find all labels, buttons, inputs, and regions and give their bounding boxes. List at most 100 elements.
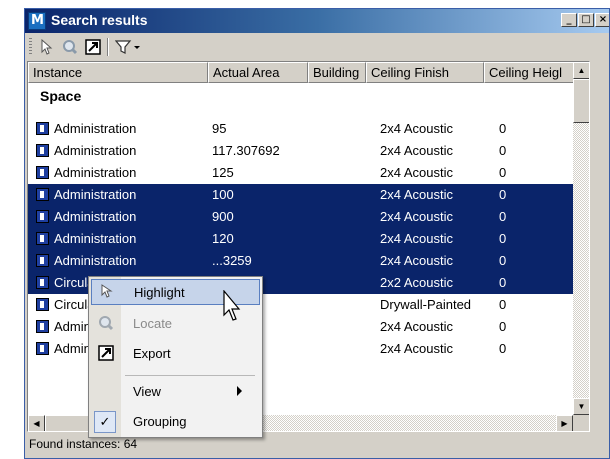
toolbar-grip[interactable]	[29, 38, 32, 56]
menu-item-label: Highlight	[134, 285, 185, 300]
cell-finish: Drywall-Painted	[380, 297, 472, 312]
cell-finish: 2x4 Acoustic	[380, 319, 453, 334]
status-text: Found instances: 64	[29, 437, 138, 451]
menu-item-label: View	[133, 384, 161, 399]
zoom-icon	[63, 40, 78, 55]
submenu-arrow-icon	[237, 386, 242, 396]
cell-area: ...3259	[212, 253, 252, 268]
group-row-space[interactable]: Space	[28, 84, 589, 108]
zoom-icon	[97, 315, 115, 333]
cell-height: 0	[499, 165, 507, 180]
cell-height: 0	[499, 341, 507, 356]
vertical-scrollbar[interactable]: ▲ ▼	[573, 62, 589, 415]
cell-instance: Administration	[54, 231, 137, 246]
space-object-icon	[36, 276, 49, 289]
close-button[interactable]: ×	[595, 13, 609, 27]
cell-height: 0	[499, 209, 507, 224]
table-row[interactable]: Administration 95 2x4 Acoustic 0	[28, 118, 589, 140]
scroll-up-button[interactable]: ▲	[573, 62, 589, 79]
column-header-actual-area[interactable]: Actual Area	[208, 62, 308, 83]
scroll-down-button[interactable]: ▼	[573, 398, 589, 415]
export-tool-button[interactable]	[83, 37, 103, 57]
space-object-icon	[36, 166, 49, 179]
space-object-icon	[36, 232, 49, 245]
cell-finish: 2x4 Acoustic	[380, 121, 453, 136]
cell-instance: Administration	[54, 165, 137, 180]
cell-finish: 2x4 Acoustic	[380, 231, 453, 246]
cell-area: 100	[212, 187, 234, 202]
cursor-arrow-icon	[41, 38, 53, 55]
minimize-button[interactable]: _	[561, 13, 577, 27]
cell-height: 0	[499, 253, 507, 268]
menu-item-export[interactable]: Export	[91, 341, 260, 367]
funnel-icon	[114, 40, 140, 54]
export-arrow-icon	[97, 345, 115, 363]
grid-header: Instance Actual Area Building Ceiling Fi…	[28, 62, 589, 83]
cell-height: 0	[499, 275, 507, 290]
cell-height: 0	[499, 187, 507, 202]
cursor-arrow-icon	[98, 284, 116, 302]
menu-item-label: Export	[133, 346, 171, 361]
cell-instance: Administration	[54, 209, 137, 224]
cell-area: 900	[212, 209, 234, 224]
menu-item-view[interactable]: View	[91, 379, 260, 405]
table-row[interactable]: Administration 125 2x4 Acoustic 0	[28, 162, 589, 184]
menu-item-grouping[interactable]: ✓ Grouping	[91, 409, 260, 435]
window-title: Search results	[51, 12, 148, 28]
cell-finish: 2x4 Acoustic	[380, 187, 453, 202]
cell-height: 0	[499, 231, 507, 246]
cell-height: 0	[499, 121, 507, 136]
cell-finish: 2x4 Acoustic	[380, 341, 453, 356]
space-object-icon	[36, 210, 49, 223]
toolbar-separator	[107, 38, 109, 56]
export-arrow-icon	[85, 39, 101, 55]
table-row[interactable]: Administration 900 2x4 Acoustic 0	[28, 206, 589, 228]
table-row[interactable]: Administration 117.307692 2x4 Acoustic 0	[28, 140, 589, 162]
toolbar	[25, 34, 609, 60]
cell-height: 0	[499, 143, 507, 158]
scrollbar-corner	[573, 415, 589, 431]
table-row[interactable]: Administration ...3259 2x4 Acoustic 0	[28, 250, 589, 272]
column-header-ceiling-finish[interactable]: Ceiling Finish	[366, 62, 484, 83]
space-object-icon	[36, 342, 49, 355]
cell-finish: 2x2 Acoustic	[380, 275, 453, 290]
vertical-scroll-thumb[interactable]	[573, 79, 589, 123]
menu-item-label: Grouping	[133, 414, 187, 429]
select-tool-button[interactable]	[37, 37, 57, 57]
cell-height: 0	[499, 319, 507, 334]
space-object-icon	[36, 320, 49, 333]
space-object-icon	[36, 144, 49, 157]
scroll-right-button[interactable]: ▶	[556, 415, 573, 431]
cell-instance: Administration	[54, 253, 137, 268]
checkmark-icon: ✓	[94, 411, 116, 433]
app-icon	[28, 12, 46, 30]
menu-item-label: Locate	[133, 316, 173, 331]
maximize-button[interactable]: □	[578, 13, 594, 27]
space-object-icon	[36, 298, 49, 311]
column-header-building[interactable]: Building	[308, 62, 366, 83]
cell-area: 125	[212, 165, 234, 180]
filter-tool-button[interactable]	[113, 37, 143, 57]
scroll-left-button[interactable]: ◀	[28, 415, 45, 431]
cell-instance: Administration	[54, 143, 137, 158]
space-object-icon	[36, 254, 49, 267]
cell-finish: 2x4 Acoustic	[380, 165, 453, 180]
column-header-ceiling-height[interactable]: Ceiling Heigl	[484, 62, 574, 83]
cell-finish: 2x4 Acoustic	[380, 253, 453, 268]
space-object-icon	[36, 188, 49, 201]
cell-area: 117.307692	[212, 143, 280, 158]
table-row[interactable]: Administration 100 2x4 Acoustic 0	[28, 184, 589, 206]
cell-instance: Administration	[54, 121, 137, 136]
cell-finish: 2x4 Acoustic	[380, 209, 453, 224]
locate-tool-button[interactable]	[60, 37, 80, 57]
space-object-icon	[36, 122, 49, 135]
mouse-pointer-icon	[223, 290, 241, 321]
cell-instance: Administration	[54, 187, 137, 202]
cell-finish: 2x4 Acoustic	[380, 143, 453, 158]
menu-separator	[125, 375, 255, 376]
column-header-instance[interactable]: Instance	[28, 62, 208, 83]
title-bar[interactable]: Search results _ □ ×	[25, 9, 609, 33]
cell-area: 95	[212, 121, 227, 136]
group-label: Space	[40, 88, 82, 104]
table-row[interactable]: Administration 120 2x4 Acoustic 0	[28, 228, 589, 250]
